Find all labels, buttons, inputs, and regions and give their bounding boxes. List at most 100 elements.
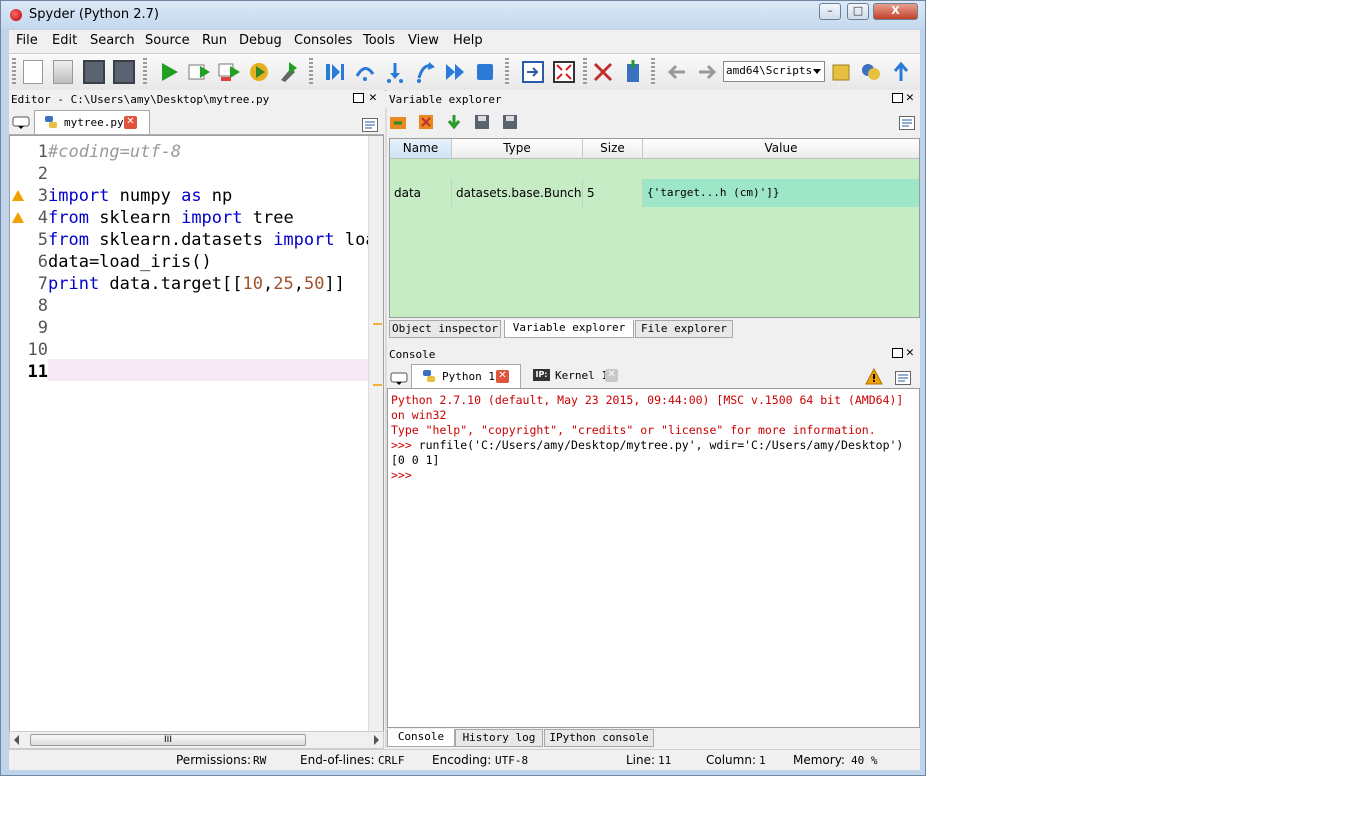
- tab-file-explorer[interactable]: File explorer: [635, 320, 733, 338]
- tab-history-log[interactable]: History log: [455, 729, 543, 747]
- close-pane-icon[interactable]: ✕: [906, 345, 914, 360]
- main-area: File Edit Search Source Run Debug Consol…: [9, 30, 920, 770]
- download-icon[interactable]: [445, 113, 463, 131]
- menu-view[interactable]: View: [408, 33, 439, 48]
- run-icon[interactable]: [157, 60, 181, 84]
- working-dir-text: amd64\Scripts: [726, 64, 813, 77]
- undock-icon[interactable]: [892, 348, 903, 358]
- menu-tools[interactable]: Tools: [363, 33, 395, 48]
- browse-tabs-icon[interactable]: [390, 370, 408, 386]
- step-return-icon[interactable]: [413, 60, 437, 84]
- editor-vertical-scrollbar[interactable]: [368, 136, 383, 734]
- tab-object-inspector[interactable]: Object inspector: [389, 320, 501, 338]
- options-menu-icon[interactable]: [362, 118, 378, 132]
- menu-debug[interactable]: Debug: [239, 33, 282, 48]
- column-header-size[interactable]: Size: [583, 139, 643, 159]
- console-output[interactable]: Python 2.7.10 (default, May 23 2015, 09:…: [387, 388, 920, 728]
- browse-folder-icon[interactable]: [829, 60, 853, 84]
- undock-icon[interactable]: [892, 93, 903, 103]
- save-icon[interactable]: [83, 60, 105, 84]
- new-file-icon[interactable]: [23, 60, 43, 84]
- column-header-name[interactable]: Name: [390, 139, 452, 159]
- options-menu-icon[interactable]: [895, 371, 911, 385]
- tab-mytree-py[interactable]: mytree.py ✕: [34, 110, 150, 134]
- close-button[interactable]: X: [873, 3, 918, 20]
- preferences-icon[interactable]: [591, 60, 615, 84]
- tab-python-1[interactable]: Python 1 ✕: [411, 364, 521, 388]
- table-row[interactable]: data datasets.base.Bunch 5 {'target...h …: [390, 159, 919, 207]
- undock-icon[interactable]: [353, 93, 364, 103]
- maximize-button[interactable]: □: [847, 3, 869, 20]
- code-editor[interactable]: 1 2 3 4 5 6 7 8 9 10 11 #coding=utf-8 import numpy …: [9, 135, 384, 735]
- menu-file[interactable]: File: [16, 33, 38, 48]
- scroll-right-icon[interactable]: [374, 735, 379, 745]
- run-selection-icon[interactable]: [247, 60, 271, 84]
- tab-label: mytree.py: [64, 116, 124, 129]
- menu-help[interactable]: Help: [453, 33, 483, 48]
- fullscreen-icon[interactable]: [552, 60, 576, 84]
- editor-tabbar: mytree.py ✕: [9, 108, 384, 135]
- import-data-icon[interactable]: [389, 113, 407, 131]
- run-cell-advance-icon[interactable]: [217, 60, 241, 84]
- scroll-thumb[interactable]: III: [30, 734, 306, 746]
- chevron-down-icon[interactable]: [813, 69, 821, 74]
- save-data-icon[interactable]: [473, 113, 491, 131]
- close-pane-icon[interactable]: ✕: [906, 90, 914, 105]
- menu-source[interactable]: Source: [145, 33, 190, 48]
- permissions-label: Permissions:: [176, 753, 252, 767]
- close-pane-icon[interactable]: ✕: [369, 90, 377, 105]
- menu-search[interactable]: Search: [90, 33, 135, 48]
- continue-icon[interactable]: [443, 60, 467, 84]
- pythonpath-icon[interactable]: [621, 60, 645, 84]
- variable-table[interactable]: Name Type Size Value data datasets.base.…: [389, 138, 920, 318]
- debug-icon[interactable]: [323, 60, 347, 84]
- maximize-pane-icon[interactable]: [521, 60, 545, 84]
- tab-variable-explorer[interactable]: Variable explorer: [504, 320, 634, 338]
- line-number: 9: [37, 318, 48, 338]
- remove-all-icon[interactable]: [417, 113, 435, 131]
- column-label: Column:: [706, 753, 756, 767]
- step-icon[interactable]: [353, 60, 377, 84]
- warning-icon[interactable]: [865, 368, 883, 385]
- forward-icon[interactable]: [695, 60, 719, 84]
- minimize-button[interactable]: –: [819, 3, 841, 20]
- line-number: 1: [37, 142, 48, 162]
- open-file-icon[interactable]: [53, 60, 73, 84]
- code-line: #coding=utf-8: [48, 142, 182, 162]
- main-toolbar: amd64\Scripts: [9, 53, 920, 91]
- scroll-left-icon[interactable]: [14, 735, 19, 745]
- editor-horizontal-scrollbar[interactable]: III: [9, 731, 384, 749]
- save-data-as-icon[interactable]: [501, 113, 519, 131]
- code-area[interactable]: #coding=utf-8 import numpy as np from skle…: [48, 136, 368, 734]
- tab-ipython-console[interactable]: IPython console: [544, 729, 654, 747]
- parent-dir-icon[interactable]: [889, 60, 913, 84]
- tab-kernel-1[interactable]: IP: Kernel 1 ✕: [525, 364, 629, 388]
- browse-tabs-icon[interactable]: [12, 114, 30, 130]
- close-tab-icon[interactable]: ✕: [605, 369, 618, 382]
- back-icon[interactable]: [665, 60, 689, 84]
- tab-console[interactable]: Console: [387, 729, 455, 747]
- console-line: on win32: [391, 408, 447, 422]
- warning-marker: [373, 323, 382, 325]
- working-dir-combo[interactable]: amd64\Scripts: [723, 61, 825, 82]
- python-path-icon[interactable]: [859, 60, 883, 84]
- run-cell-icon[interactable]: [187, 60, 211, 84]
- menu-edit[interactable]: Edit: [52, 33, 77, 48]
- step-into-icon[interactable]: [383, 60, 407, 84]
- close-tab-icon[interactable]: ✕: [496, 370, 509, 383]
- warning-icon[interactable]: [12, 212, 24, 223]
- stop-debug-icon[interactable]: [473, 60, 497, 84]
- save-all-icon[interactable]: [113, 60, 135, 84]
- close-tab-icon[interactable]: ✕: [124, 116, 137, 129]
- options-menu-icon[interactable]: [899, 116, 915, 130]
- eol-value: CRLF: [378, 754, 405, 767]
- variable-explorer-toolbar: [387, 108, 920, 138]
- warning-icon[interactable]: [12, 190, 24, 201]
- run-config-icon[interactable]: [277, 60, 301, 84]
- code-line: from sklearn.datasets import loa: [48, 230, 368, 250]
- column-header-type[interactable]: Type: [452, 139, 583, 159]
- toolbar-separator: [143, 58, 147, 86]
- column-header-value[interactable]: Value: [643, 139, 919, 159]
- menu-consoles[interactable]: Consoles: [294, 33, 352, 48]
- menu-run[interactable]: Run: [202, 33, 227, 48]
